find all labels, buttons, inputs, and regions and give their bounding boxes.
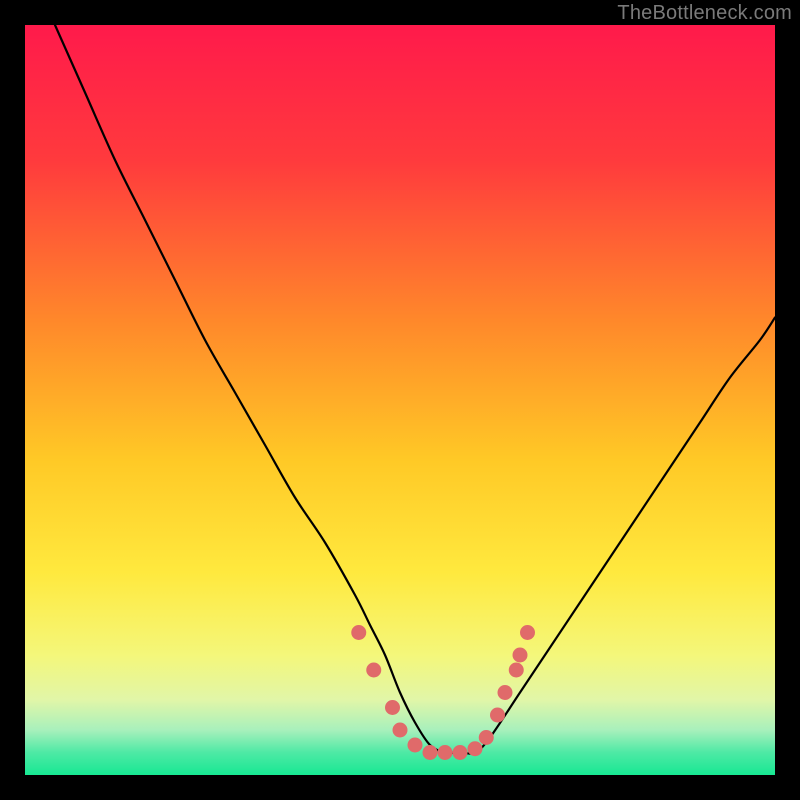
curve-dot <box>366 663 381 678</box>
curve-dot <box>468 741 483 756</box>
chart-svg <box>25 25 775 775</box>
curve-dot <box>509 663 524 678</box>
curve-dot <box>490 708 505 723</box>
chart-frame: TheBottleneck.com <box>0 0 800 800</box>
curve-dot <box>453 745 468 760</box>
watermark-text: TheBottleneck.com <box>617 2 792 25</box>
curve-dot <box>393 723 408 738</box>
curve-dot <box>408 738 423 753</box>
curve-dot <box>351 625 366 640</box>
curve-dot <box>423 745 438 760</box>
curve-dot <box>498 685 513 700</box>
curve-dot <box>385 700 400 715</box>
curve-dot <box>513 648 528 663</box>
curve-dot <box>479 730 494 745</box>
plot-area <box>25 25 775 775</box>
chart-background <box>25 25 775 775</box>
curve-dot <box>520 625 535 640</box>
curve-dot <box>438 745 453 760</box>
